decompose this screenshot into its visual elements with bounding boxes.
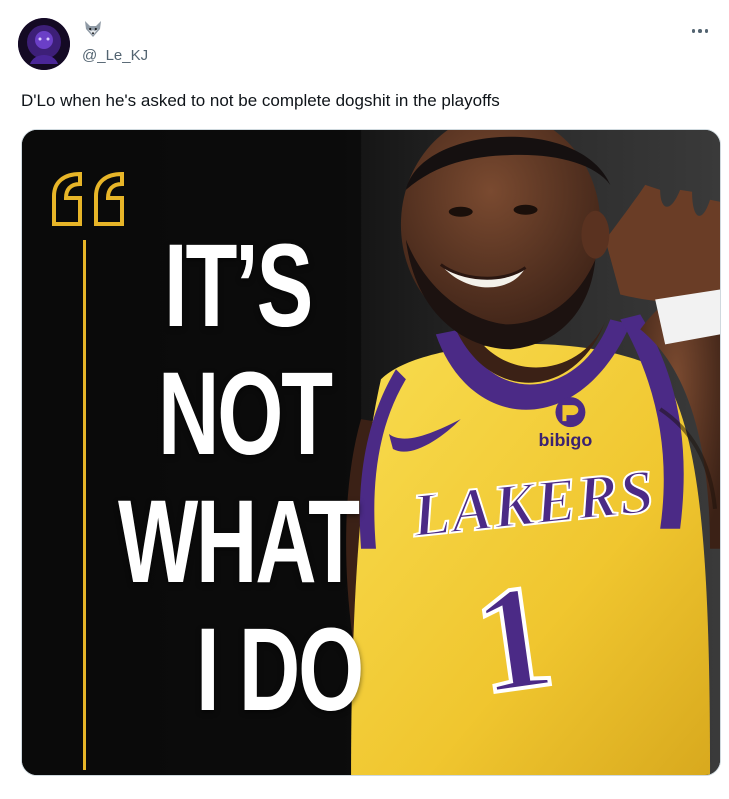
quote-line-3: WHAT: [118, 476, 360, 608]
avatar-icon: [18, 18, 70, 70]
quote-accent-line: [83, 240, 86, 770]
quote-headline: IT’S NOT WHAT I DO: [118, 222, 438, 734]
quote-line-4: I DO: [196, 604, 364, 736]
quote-line-2: NOT: [158, 348, 333, 480]
more-icon-dot: [698, 29, 702, 33]
tweet-text: D'Lo when he's asked to not be complete …: [21, 91, 500, 110]
quote-icon: [52, 171, 124, 226]
fox-icon: [85, 21, 101, 37]
more-button[interactable]: [685, 20, 715, 42]
jersey-sponsor: bibigo: [539, 430, 593, 450]
fox-face-emoji[interactable]: [82, 18, 104, 40]
tweet-media-image[interactable]: bibigo LAKERS 1 IT’S NOT WHAT I DO: [21, 129, 721, 776]
avatar[interactable]: [18, 18, 70, 70]
quote-line-1: IT’S: [164, 220, 313, 352]
author-handle[interactable]: @_Le_KJ: [82, 47, 148, 65]
more-icon-dot: [704, 29, 709, 33]
tweet-card[interactable]: @_Le_KJ D'Lo when he's asked to not be c…: [0, 0, 729, 799]
more-icon: [691, 29, 696, 33]
